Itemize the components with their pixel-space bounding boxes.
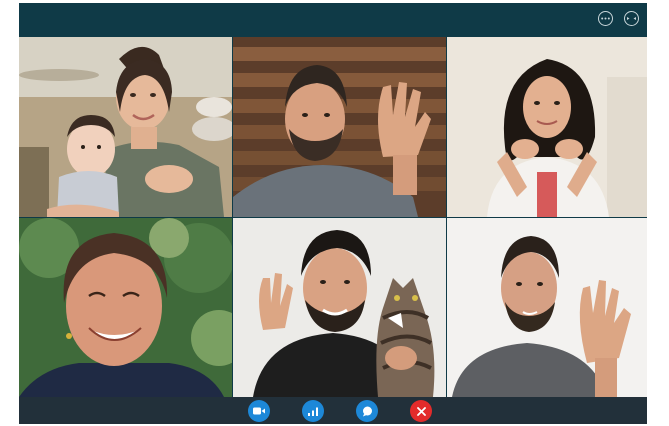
- more-options-button[interactable]: [598, 11, 613, 26]
- title-bar: [19, 3, 647, 37]
- participant-video-feed: [447, 37, 647, 217]
- participant-tile-bottom-left[interactable]: [19, 218, 232, 397]
- participant-video-feed: [233, 37, 446, 217]
- participant-video-feed: [447, 218, 647, 397]
- fullscreen-button[interactable]: [624, 11, 639, 26]
- participant-video-feed: [233, 218, 446, 397]
- call-quality-button[interactable]: [302, 400, 324, 422]
- participant-video-feed: [19, 218, 232, 397]
- participant-video-feed: [19, 37, 232, 217]
- end-call-button[interactable]: [410, 400, 432, 422]
- camera-toggle-button[interactable]: [248, 400, 270, 422]
- video-camera-icon: [253, 407, 265, 415]
- participant-tile-bottom-right[interactable]: [447, 218, 647, 397]
- chat-button[interactable]: [356, 400, 378, 422]
- participant-tile-bottom-center[interactable]: [233, 218, 446, 397]
- fullscreen-icon: [627, 17, 636, 20]
- video-call-window: [19, 3, 647, 424]
- participant-tile-top-left[interactable]: [19, 37, 232, 217]
- end-call-icon: [416, 406, 426, 416]
- participant-grid: [19, 37, 647, 397]
- signal-bars-icon: [308, 407, 318, 416]
- ellipsis-icon: [601, 17, 610, 20]
- participant-tile-top-right[interactable]: [447, 37, 647, 217]
- call-controls-bar: [19, 397, 647, 424]
- chat-bubble-icon: [362, 406, 372, 416]
- participant-tile-top-center[interactable]: [233, 37, 446, 217]
